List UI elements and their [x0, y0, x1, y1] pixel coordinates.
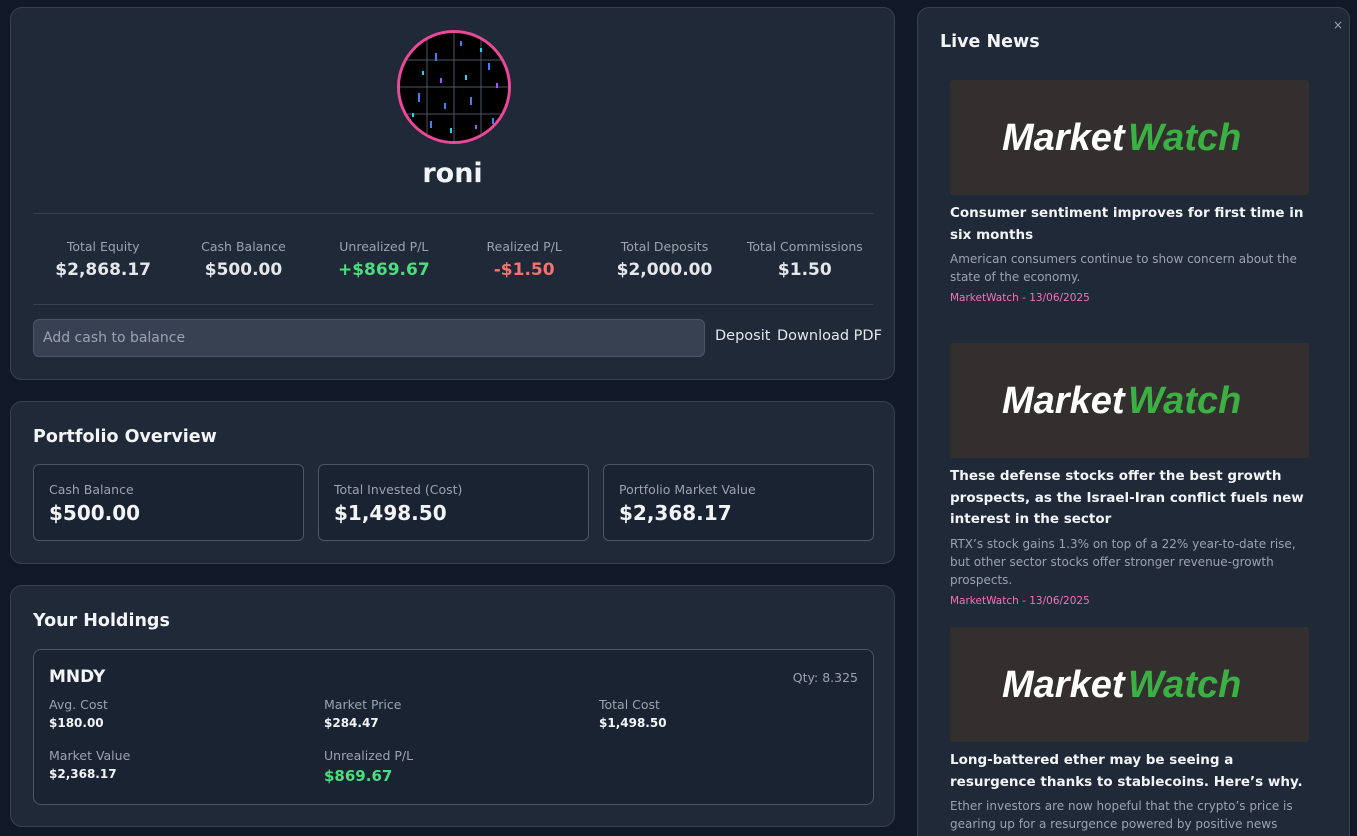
news-thumbnail: Market Watch — [950, 80, 1309, 195]
live-news-panel: Live News × Market Watch Consumer sentim… — [917, 7, 1350, 836]
field-label: Unrealized P/L — [324, 748, 414, 763]
logo-text-market: Market — [1002, 117, 1126, 159]
holding-market-price: Market Price $284.47 — [324, 697, 401, 730]
news-headline[interactable]: Consumer sentiment improves for first ti… — [950, 203, 1310, 246]
avatar-image — [400, 33, 508, 141]
stat-cash-balance: Cash Balance $500.00 — [173, 238, 313, 280]
field-value: $284.47 — [324, 716, 379, 730]
stat-label: Cash Balance — [201, 239, 286, 254]
logo-text-market: Market — [1002, 664, 1126, 706]
holding-avg-cost: Avg. Cost $180.00 — [49, 697, 108, 730]
news-thumbnail: Market Watch — [950, 343, 1309, 458]
news-description: RTX’s stock gains 1.3% on top of a 22% y… — [950, 536, 1296, 587]
news-description: American consumers continue to show conc… — [950, 252, 1297, 284]
overview-market-value: Portfolio Market Value $2,368.17 — [603, 464, 874, 541]
overview-label: Total Invested (Cost) — [334, 482, 463, 497]
news-headline[interactable]: These defense stocks offer the best grow… — [950, 466, 1310, 531]
holding-total-cost: Total Cost $1,498.50 — [599, 697, 667, 730]
download-pdf-button[interactable]: Download PDF — [777, 328, 882, 344]
news-meta: MarketWatch - 13/06/2025 — [950, 292, 1090, 304]
portfolio-overview-card: Portfolio Overview Cash Balance $500.00 … — [10, 401, 895, 564]
stat-total-deposits: Total Deposits $2,000.00 — [594, 238, 734, 280]
section-title: Portfolio Overview — [33, 427, 217, 447]
holding-symbol: MNDY — [49, 667, 106, 687]
news-headline[interactable]: Long-battered ether may be seeing a resu… — [950, 750, 1310, 793]
field-label: Market Value — [49, 748, 131, 763]
overview-value: $2,368.17 — [619, 501, 732, 525]
deposit-button[interactable]: Deposit — [715, 328, 770, 344]
divider — [33, 304, 873, 305]
overview-cash-balance: Cash Balance $500.00 — [33, 464, 304, 541]
stat-value: $500.00 — [204, 260, 283, 280]
field-value: $1,498.50 — [599, 716, 667, 730]
field-value: $2,368.17 — [49, 767, 117, 781]
dashboard-page: roni Total Equity $2,868.17 Cash Balance… — [0, 0, 1357, 836]
stats-row: Total Equity $2,868.17 Cash Balance $500… — [33, 238, 875, 280]
logo-text-watch: Watch — [1128, 380, 1241, 422]
news-thumbnail: Market Watch — [950, 627, 1309, 742]
stat-value: $1.50 — [777, 260, 832, 280]
overview-label: Cash Balance — [49, 482, 134, 497]
marketwatch-logo: Market Watch — [1002, 664, 1241, 706]
holding-unrealized-pl: Unrealized P/L $869.67 — [324, 748, 413, 785]
overview-value: $500.00 — [49, 501, 141, 525]
avatar[interactable] — [397, 30, 511, 144]
stat-label: Realized P/L — [486, 239, 562, 254]
news-item[interactable]: Market Watch These defense stocks offer … — [950, 343, 1310, 607]
holdings-card: Your Holdings MNDY Qty: 8.325 Avg. Cost … — [10, 585, 895, 827]
stat-label: Total Equity — [66, 239, 140, 254]
overview-label: Portfolio Market Value — [619, 482, 756, 497]
field-value: $869.67 — [324, 767, 393, 785]
stat-realized-pl: Realized P/L -$1.50 — [454, 238, 594, 280]
news-description: Ether investors are now hopeful that the… — [950, 799, 1293, 836]
stat-unrealized-pl: Unrealized P/L +$869.67 — [314, 238, 454, 280]
stat-value: -$1.50 — [493, 260, 555, 280]
overview-total-invested: Total Invested (Cost) $1,498.50 — [318, 464, 589, 541]
stat-total-equity: Total Equity $2,868.17 — [33, 238, 173, 280]
logo-text-market: Market — [1002, 380, 1126, 422]
holding-qty: Qty: 8.325 — [792, 670, 858, 685]
stat-label: Total Deposits — [620, 239, 709, 254]
stat-value: $2,868.17 — [55, 260, 152, 280]
marketwatch-logo: Market Watch — [1002, 117, 1241, 159]
close-icon[interactable]: × — [1333, 18, 1343, 32]
stat-total-commissions: Total Commissions $1.50 — [735, 238, 875, 280]
field-value: $180.00 — [49, 716, 104, 730]
stat-value: $2,000.00 — [616, 260, 713, 280]
news-item[interactable]: Market Watch Consumer sentiment improves… — [950, 80, 1310, 304]
overview-value: $1,498.50 — [334, 501, 447, 525]
logo-text-watch: Watch — [1128, 664, 1241, 706]
news-item[interactable]: Market Watch Long-battered ether may be … — [950, 627, 1310, 836]
profile-card: roni Total Equity $2,868.17 Cash Balance… — [10, 7, 895, 380]
marketwatch-logo: Market Watch — [1002, 380, 1241, 422]
section-title: Your Holdings — [33, 611, 170, 631]
holding-market-value: Market Value $2,368.17 — [49, 748, 130, 781]
logo-text-watch: Watch — [1128, 117, 1241, 159]
stat-label: Unrealized P/L — [339, 239, 429, 254]
news-title: Live News — [940, 32, 1040, 52]
stat-label: Total Commissions — [746, 239, 863, 254]
field-label: Avg. Cost — [49, 697, 108, 712]
stat-value: +$869.67 — [337, 260, 430, 280]
add-cash-input[interactable] — [33, 319, 705, 357]
holding-card[interactable]: MNDY Qty: 8.325 Avg. Cost $180.00 Market… — [33, 649, 874, 805]
news-meta: MarketWatch - 13/06/2025 — [950, 594, 1090, 607]
field-label: Total Cost — [599, 697, 660, 712]
username: roni — [422, 158, 483, 189]
field-label: Market Price — [324, 697, 402, 712]
divider — [33, 213, 873, 214]
